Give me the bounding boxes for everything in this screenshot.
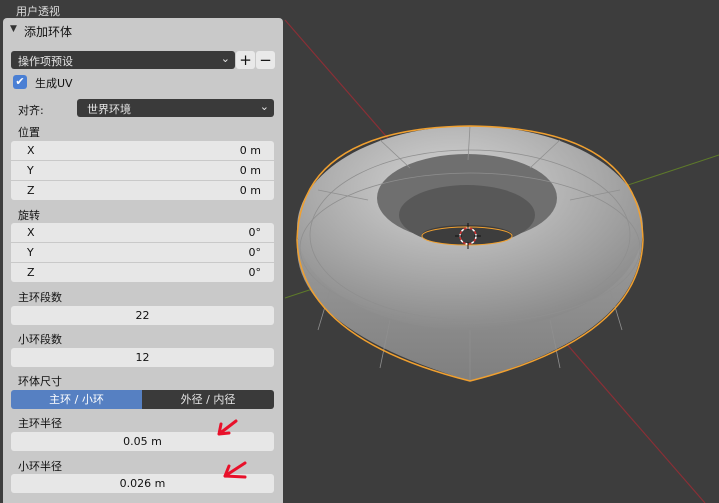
- annotation-overlay: [217, 419, 247, 479]
- annotation-arrow-icon: [223, 461, 247, 479]
- annotation-arrow-icon: [217, 419, 238, 436]
